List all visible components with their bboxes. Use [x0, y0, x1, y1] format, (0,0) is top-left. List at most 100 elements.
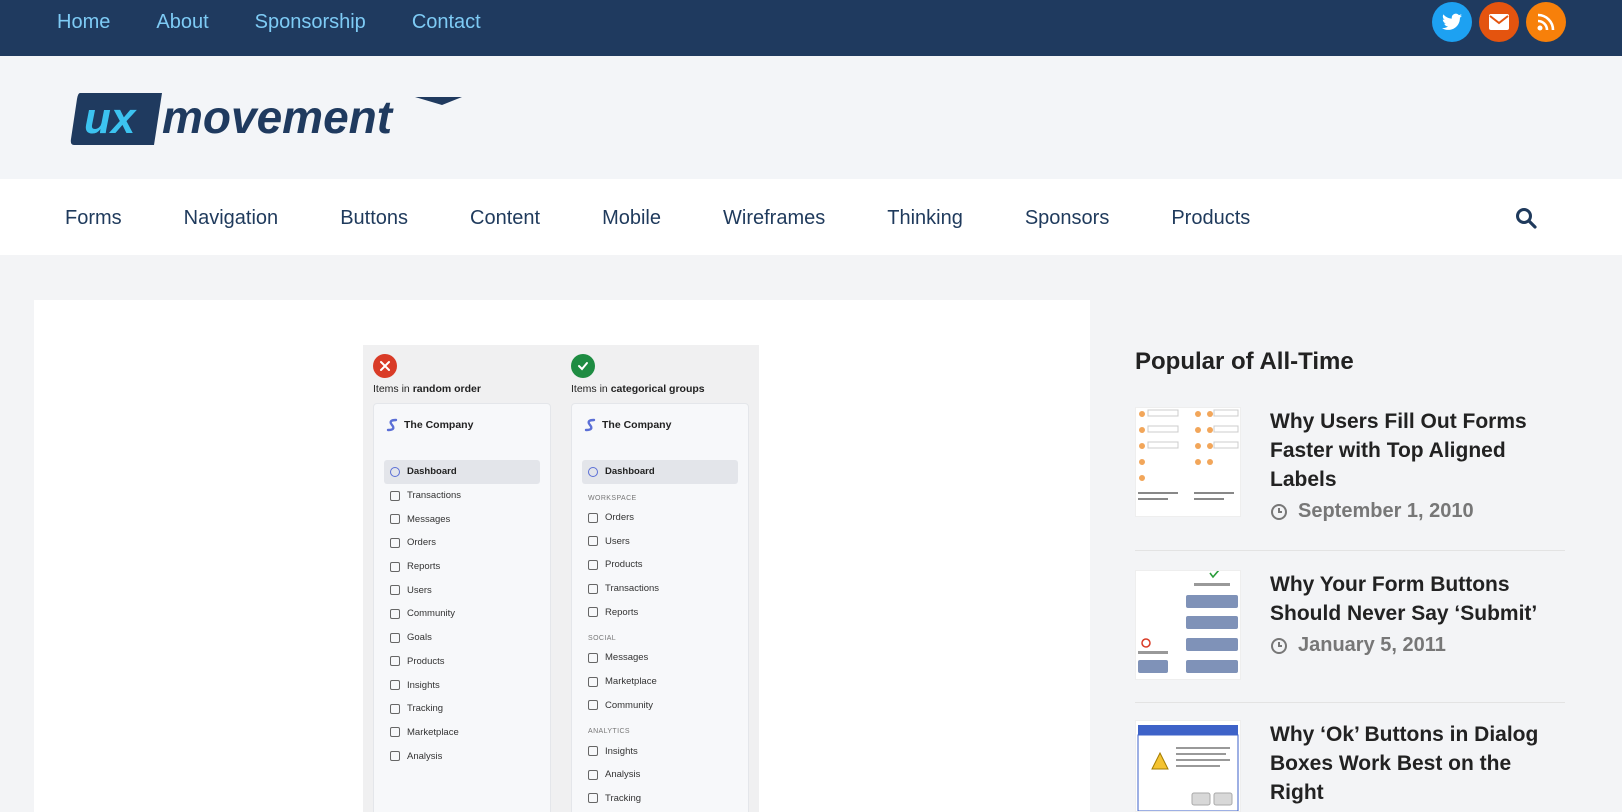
menu-section-label: ANALYTICS [588, 728, 630, 736]
top-nav-contact[interactable]: Contact [412, 10, 481, 34]
mockup-menu-item: Orders [582, 506, 738, 530]
menu-item-icon [588, 466, 598, 477]
post-divider [1135, 550, 1565, 551]
menu-item-icon [390, 680, 400, 691]
category-thinking[interactable]: Thinking [887, 206, 963, 230]
category-wireframes[interactable]: Wireframes [723, 206, 825, 230]
menu-item-icon [588, 559, 598, 570]
check-icon [578, 362, 588, 371]
menu-item-icon [390, 727, 400, 738]
mockup-menu-item: Insights [582, 739, 738, 763]
menu-item-icon [588, 652, 598, 663]
menu-item-icon [390, 514, 400, 525]
twitter-button[interactable] [1432, 2, 1472, 42]
post-thumbnail[interactable] [1135, 720, 1241, 812]
menu-item-icon [390, 608, 400, 619]
post-title[interactable]: Why Users Fill Out Forms Faster with Top… [1270, 407, 1560, 494]
site-logo[interactable]: ux movement [70, 89, 462, 149]
post-thumbnail[interactable] [1135, 407, 1241, 517]
menu-item-label: Messages [407, 513, 451, 525]
menu-section-label: WORKSPACE [588, 494, 637, 502]
menu-item-icon [588, 746, 598, 757]
top-nav: Home About Sponsorship Contact [57, 10, 481, 34]
mockup-menu-item: Reports [384, 555, 540, 579]
mockup-menu-right: Dashboard WORKSPACE Orders Users Products Tra… [582, 460, 738, 810]
company-logo-icon [584, 418, 596, 432]
menu-item-label: Transactions [407, 490, 462, 502]
dialog-thumbnail [1137, 725, 1239, 812]
menu-item-icon [390, 537, 400, 548]
menu-item-icon [588, 607, 598, 618]
mockup-menu-item: Marketplace [582, 670, 738, 694]
sidebar-mockup-right: The Company Dashboard WORKSPACE Orders User… [571, 403, 749, 812]
x-badge [373, 354, 397, 378]
menu-item-icon [588, 583, 598, 594]
post-title[interactable]: Why Your Form Buttons Should Never Say ‘… [1270, 570, 1560, 628]
top-nav-about[interactable]: About [156, 10, 208, 34]
category-content[interactable]: Content [470, 206, 540, 230]
menu-item-label: Tracking [605, 792, 642, 804]
mockup-menu-item: Reports [582, 600, 738, 624]
menu-item-label: Dashboard [407, 466, 457, 478]
menu-item-label: Community [407, 608, 456, 620]
menu-item-label: Products [407, 655, 445, 667]
category-navigation[interactable]: Navigation [184, 206, 279, 230]
menu-item-icon [390, 561, 400, 572]
logo-mark: ux [84, 94, 137, 143]
company-brand: The Company [584, 418, 671, 432]
menu-item-label: Transactions [605, 583, 660, 595]
menu-item-label: Messages [605, 652, 649, 664]
menu-item-label: Insights [407, 679, 440, 691]
mockup-menu-item: Users [384, 578, 540, 602]
mockup-menu-item: Insights [384, 673, 540, 697]
post-date: January 5, 2011 [1270, 634, 1560, 657]
mockup-menu-item: Messages [582, 646, 738, 670]
menu-item-label: Marketplace [407, 726, 459, 738]
category-mobile[interactable]: Mobile [602, 206, 661, 230]
email-button[interactable] [1479, 2, 1519, 42]
menu-item-label: Orders [407, 537, 437, 549]
menu-item-icon [588, 536, 598, 547]
category-forms[interactable]: Forms [65, 206, 122, 230]
category-products[interactable]: Products [1171, 206, 1250, 230]
mockup-menu-item: Users [582, 529, 738, 553]
menu-item-icon [588, 676, 598, 687]
mockup-menu-item: Products [384, 650, 540, 674]
category-sponsors[interactable]: Sponsors [1025, 206, 1110, 230]
mockup-menu-item: Goals [384, 626, 540, 650]
mockup-menu-item: Analysis [384, 744, 540, 768]
top-nav-sponsorship[interactable]: Sponsorship [255, 10, 366, 34]
menu-item-icon [390, 466, 400, 477]
menu-item-icon [588, 793, 598, 804]
clock-icon [1271, 637, 1287, 654]
top-nav-home[interactable]: Home [57, 10, 110, 34]
category-buttons[interactable]: Buttons [340, 206, 408, 230]
post-date: September 1, 2010 [1270, 500, 1560, 523]
form-labels-thumbnail [1138, 409, 1239, 500]
menu-item-label: Community [605, 699, 654, 711]
popular-title: Popular of All-Time [1135, 348, 1354, 375]
mockup-menu-item: Transactions [582, 577, 738, 601]
menu-item-label: Dashboard [605, 466, 655, 478]
mockup-menu-item: Messages [384, 507, 540, 531]
menu-item-icon [588, 769, 598, 780]
company-logo-icon [386, 418, 398, 432]
mockup-menu-item: Analysis [582, 763, 738, 787]
search-button[interactable] [1515, 207, 1539, 231]
form-buttons-thumbnail [1138, 569, 1238, 673]
mockup-menu-item: Orders [384, 531, 540, 555]
post-title[interactable]: Why ‘Ok’ Buttons in Dialog Boxes Work Be… [1270, 720, 1560, 807]
mockup-menu-item: Dashboard [582, 460, 738, 484]
rss-button[interactable] [1526, 2, 1566, 42]
menu-item-label: Users [605, 535, 630, 547]
clock-icon [1271, 503, 1287, 520]
category-nav: Forms Navigation Buttons Content Mobile … [0, 179, 1622, 255]
menu-item-icon [390, 751, 400, 762]
post-thumbnail[interactable] [1135, 569, 1241, 680]
menu-item-label: Reports [407, 561, 441, 573]
menu-item-label: Products [605, 559, 643, 571]
menu-item-label: Reports [605, 606, 639, 618]
figure-caption-left: Items in random order [373, 383, 481, 395]
menu-item-label: Tracking [407, 703, 444, 715]
menu-item-label: Goals [407, 632, 432, 644]
